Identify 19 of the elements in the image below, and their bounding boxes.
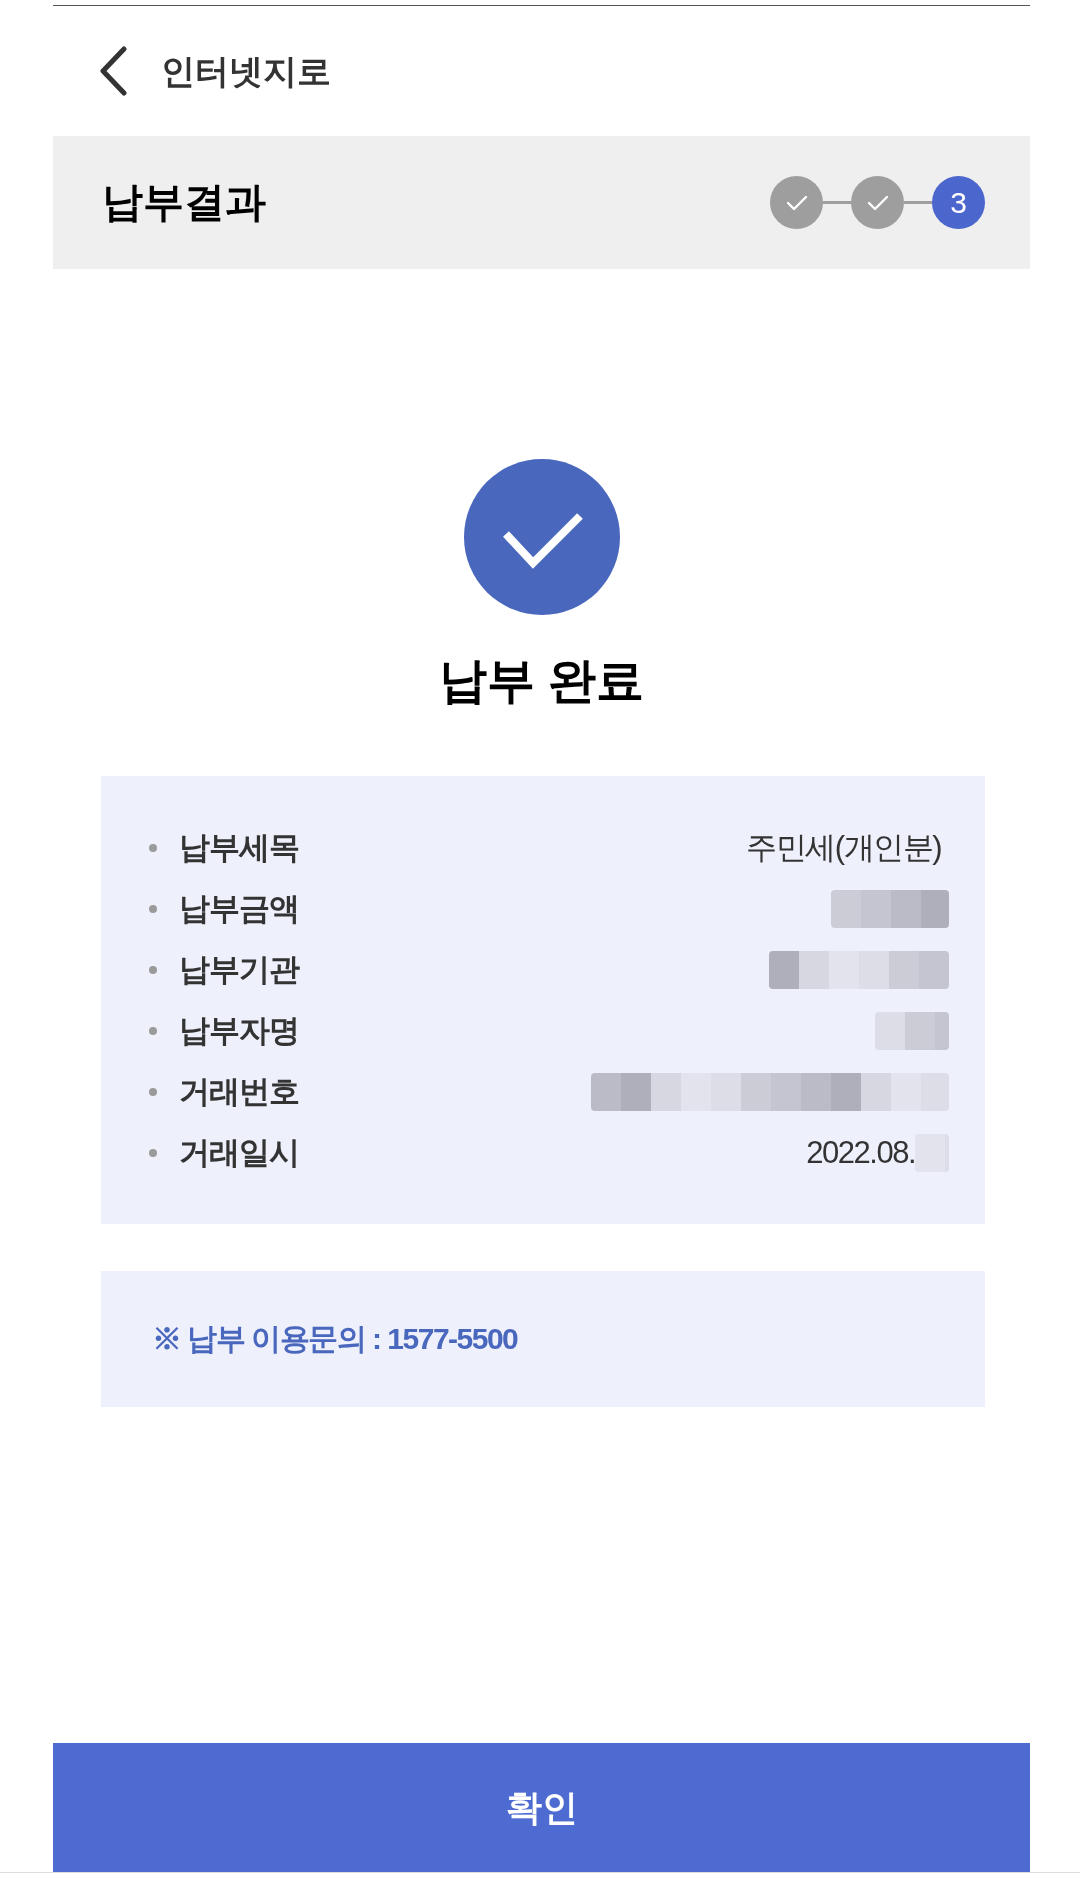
detail-label: 납부기관 [179, 954, 299, 985]
step-connector [904, 201, 932, 204]
detail-label: 납부세목 [179, 832, 299, 863]
chevron-left-icon [98, 46, 128, 96]
current-step-number: 3 [932, 176, 985, 229]
detail-label: 납부금액 [179, 893, 299, 924]
confirm-button[interactable]: 확인 [53, 1743, 1030, 1872]
detail-value: 주민세(개인분) [746, 832, 941, 863]
success-check-icon [463, 459, 620, 615]
detail-label: 거래일시 [179, 1137, 299, 1168]
inquiry-notice: ※ 납부 이용문의 : 1577-5500 [152, 1324, 518, 1354]
detail-label: 거래번호 [179, 1076, 299, 1107]
step-connector [823, 201, 851, 204]
page-title: 인터넷지로 [161, 54, 331, 88]
detail-value: 2022.08. [806, 1137, 915, 1168]
back-button[interactable] [98, 46, 128, 96]
detail-label: 납부자명 [179, 1015, 299, 1046]
result-title: 납부 완료 [438, 653, 645, 709]
section-title: 납부결과 [102, 182, 266, 223]
